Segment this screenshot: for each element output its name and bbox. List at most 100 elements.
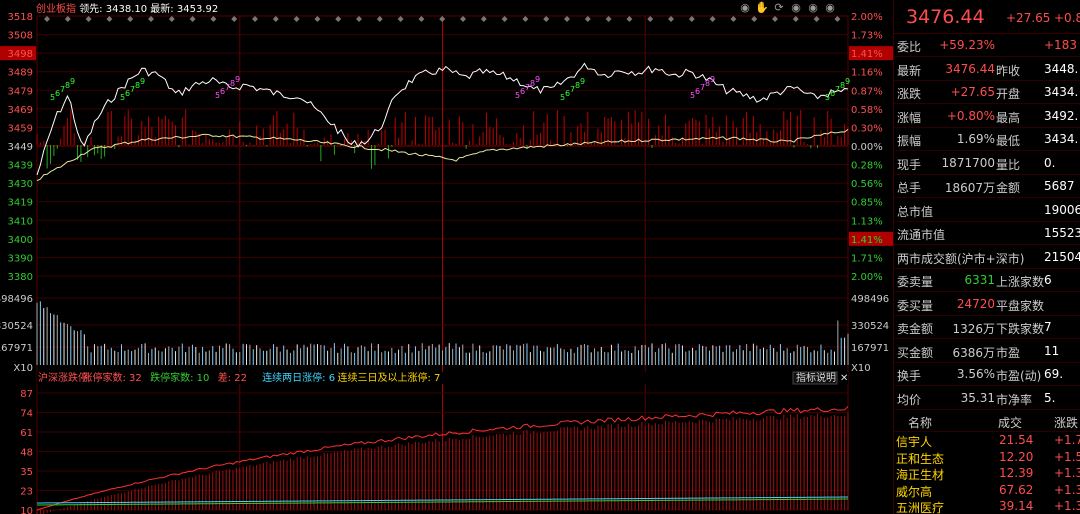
quote-value: 1871700 [941,155,995,170]
event-marker [127,16,134,22]
intraday-chart[interactable]: 3518 2.00% 3508 1.73% 3498 1.41% 3489 1.16% 3479… [0,0,893,514]
quote-row: 振幅 1.69% 最低 3434. [894,128,1080,151]
quote-value: 6331 [964,273,995,287]
indicator-axis-label: 87 [20,389,33,400]
event-marker [418,16,425,22]
eye-icon[interactable]: ◉ [806,1,820,14]
pct-axis-label: 1.71% [851,253,883,264]
volume-unit: X10 [851,363,871,374]
quote-label: 均价 [897,392,922,407]
event-marker [668,16,674,22]
event-marker [501,16,508,22]
pct-axis-label: 1.41% [851,235,883,246]
pct-axis-label: 1.16% [851,68,883,79]
volume-axis-label: 330524 [0,321,33,332]
event-marker [772,16,778,22]
eye-icon[interactable]: ◉ [823,1,837,14]
event-marker [231,16,238,22]
quote-value: 5. [1044,390,1056,405]
stock-name: 海正生材 [896,468,945,482]
quote-label: 换手 [897,369,922,383]
indicator-explain-button-label[interactable]: 指标说明 [796,371,836,384]
event-marker [834,16,841,22]
quote-label: 量比 [996,157,1021,172]
quote-value: 3492. [1044,108,1079,123]
quote-label: 平盘家数 [996,298,1045,313]
quote-value: +0.80% [946,108,995,123]
quote-label: 下跌家数 [996,322,1045,336]
quote-row: 均价 35.31 市净率 5. [894,387,1080,410]
event-marker [85,16,92,22]
quote-value: 6386万 [952,345,995,360]
quote-label: 最低 [996,134,1021,148]
stock-change: +1.3 [1054,466,1080,480]
price-axis-label: 3380 [8,272,33,283]
price-axis-label: 3430 [8,179,33,190]
event-marker [376,16,383,22]
indicator-title-item: 连续三日及以上涨停: 7 [338,371,441,384]
price-axis-label: 3489 [8,68,33,79]
stock-list-item[interactable]: 威尔高 67.62 +1.3 [894,482,1080,499]
pct-axis-label: 1.41% [851,49,883,60]
stock-list-item[interactable]: 正和生态 12.20 +1.5 [894,449,1080,466]
event-marker [480,16,487,22]
stock-list-item[interactable]: 五洲医疗 39.14 +1.3 [894,498,1080,514]
volume-axis-label: 330524 [851,321,889,332]
price-axis-label: 3479 [8,86,33,97]
event-marker [272,16,279,22]
pct-axis-label: 1.73% [851,31,883,42]
quote-label: 涨跌 [897,87,922,101]
quote-value: 3434. [1044,85,1079,99]
event-marker [168,16,175,22]
quote-label: 市净率 [996,392,1033,407]
close-icon[interactable]: ✕ [840,373,848,384]
event-marker [210,16,217,22]
column-header: 成交 [998,416,1023,430]
event-marker [44,16,50,22]
quote-label: 委比 [897,40,922,54]
quote-value: 1.69% [956,132,995,146]
quote-value: 11 [1044,343,1060,358]
quote-label: 金额 [996,181,1021,195]
price-axis-label: 3400 [8,235,33,246]
price-axis-label: 3469 [8,105,33,116]
quote-label: 买金额 [897,345,934,360]
eye-icon[interactable]: ◉ [789,1,803,14]
eye-icon[interactable]: ◉ [738,1,752,14]
quote-row: 现手 1871700 量比 0. [894,152,1080,175]
quote-row: 两市成交额(沪市+深市) 21504 [894,246,1080,269]
event-marker [252,16,258,22]
stock-price: 12.39 [999,466,1034,480]
indicator-axis-label: 10 [20,506,33,514]
stock-list-item[interactable]: 海正生材 12.39 +1.3 [894,465,1080,482]
quote-side-panel: 3476.44 +27.65 +0.80 委比 +59.23% +183 最新 3476… [893,0,1080,514]
quote-label: 卖金额 [897,322,934,336]
pct-axis-label: 0.28% [851,161,883,172]
stock-list-item[interactable]: 信宇人 21.54 +1.7 [894,432,1080,449]
indicator-title-item: 连续两日涨停: 6 [262,371,335,384]
event-marker [335,16,342,22]
event-marker [647,16,654,22]
pct-axis-label: 0.85% [851,198,883,209]
latest-label: 最新: [150,4,174,15]
sequence-marker: 9 [845,77,850,86]
quote-label: 委卖量 [897,275,934,289]
indicator-title-item: 沪深涨跌停 [38,371,88,384]
quote-row: 买金额 6386万 市盈 11 [894,340,1080,363]
quote-value: +27.65 [950,85,995,99]
pct-axis-label: 2.00% [851,12,883,23]
quote-label: 现手 [897,157,922,172]
indicator-title-item: 涨停家数: 32 [83,371,142,384]
price-axis-label: 3449 [8,142,33,153]
price-axis-label: 3498 [8,49,33,60]
refresh-icon[interactable]: ⟳ [772,1,786,14]
price-axis-label: 3410 [8,216,33,227]
quote-row: 涨幅 +0.80% 最高 3492. [894,105,1080,128]
event-marker [813,16,820,22]
hand-icon[interactable]: ✋ [755,1,769,14]
event-marker [522,16,529,22]
quote-label: 最新 [897,63,922,78]
event-marker [64,16,71,22]
stock-price: 39.14 [999,499,1034,513]
stock-name: 威尔高 [896,484,933,499]
